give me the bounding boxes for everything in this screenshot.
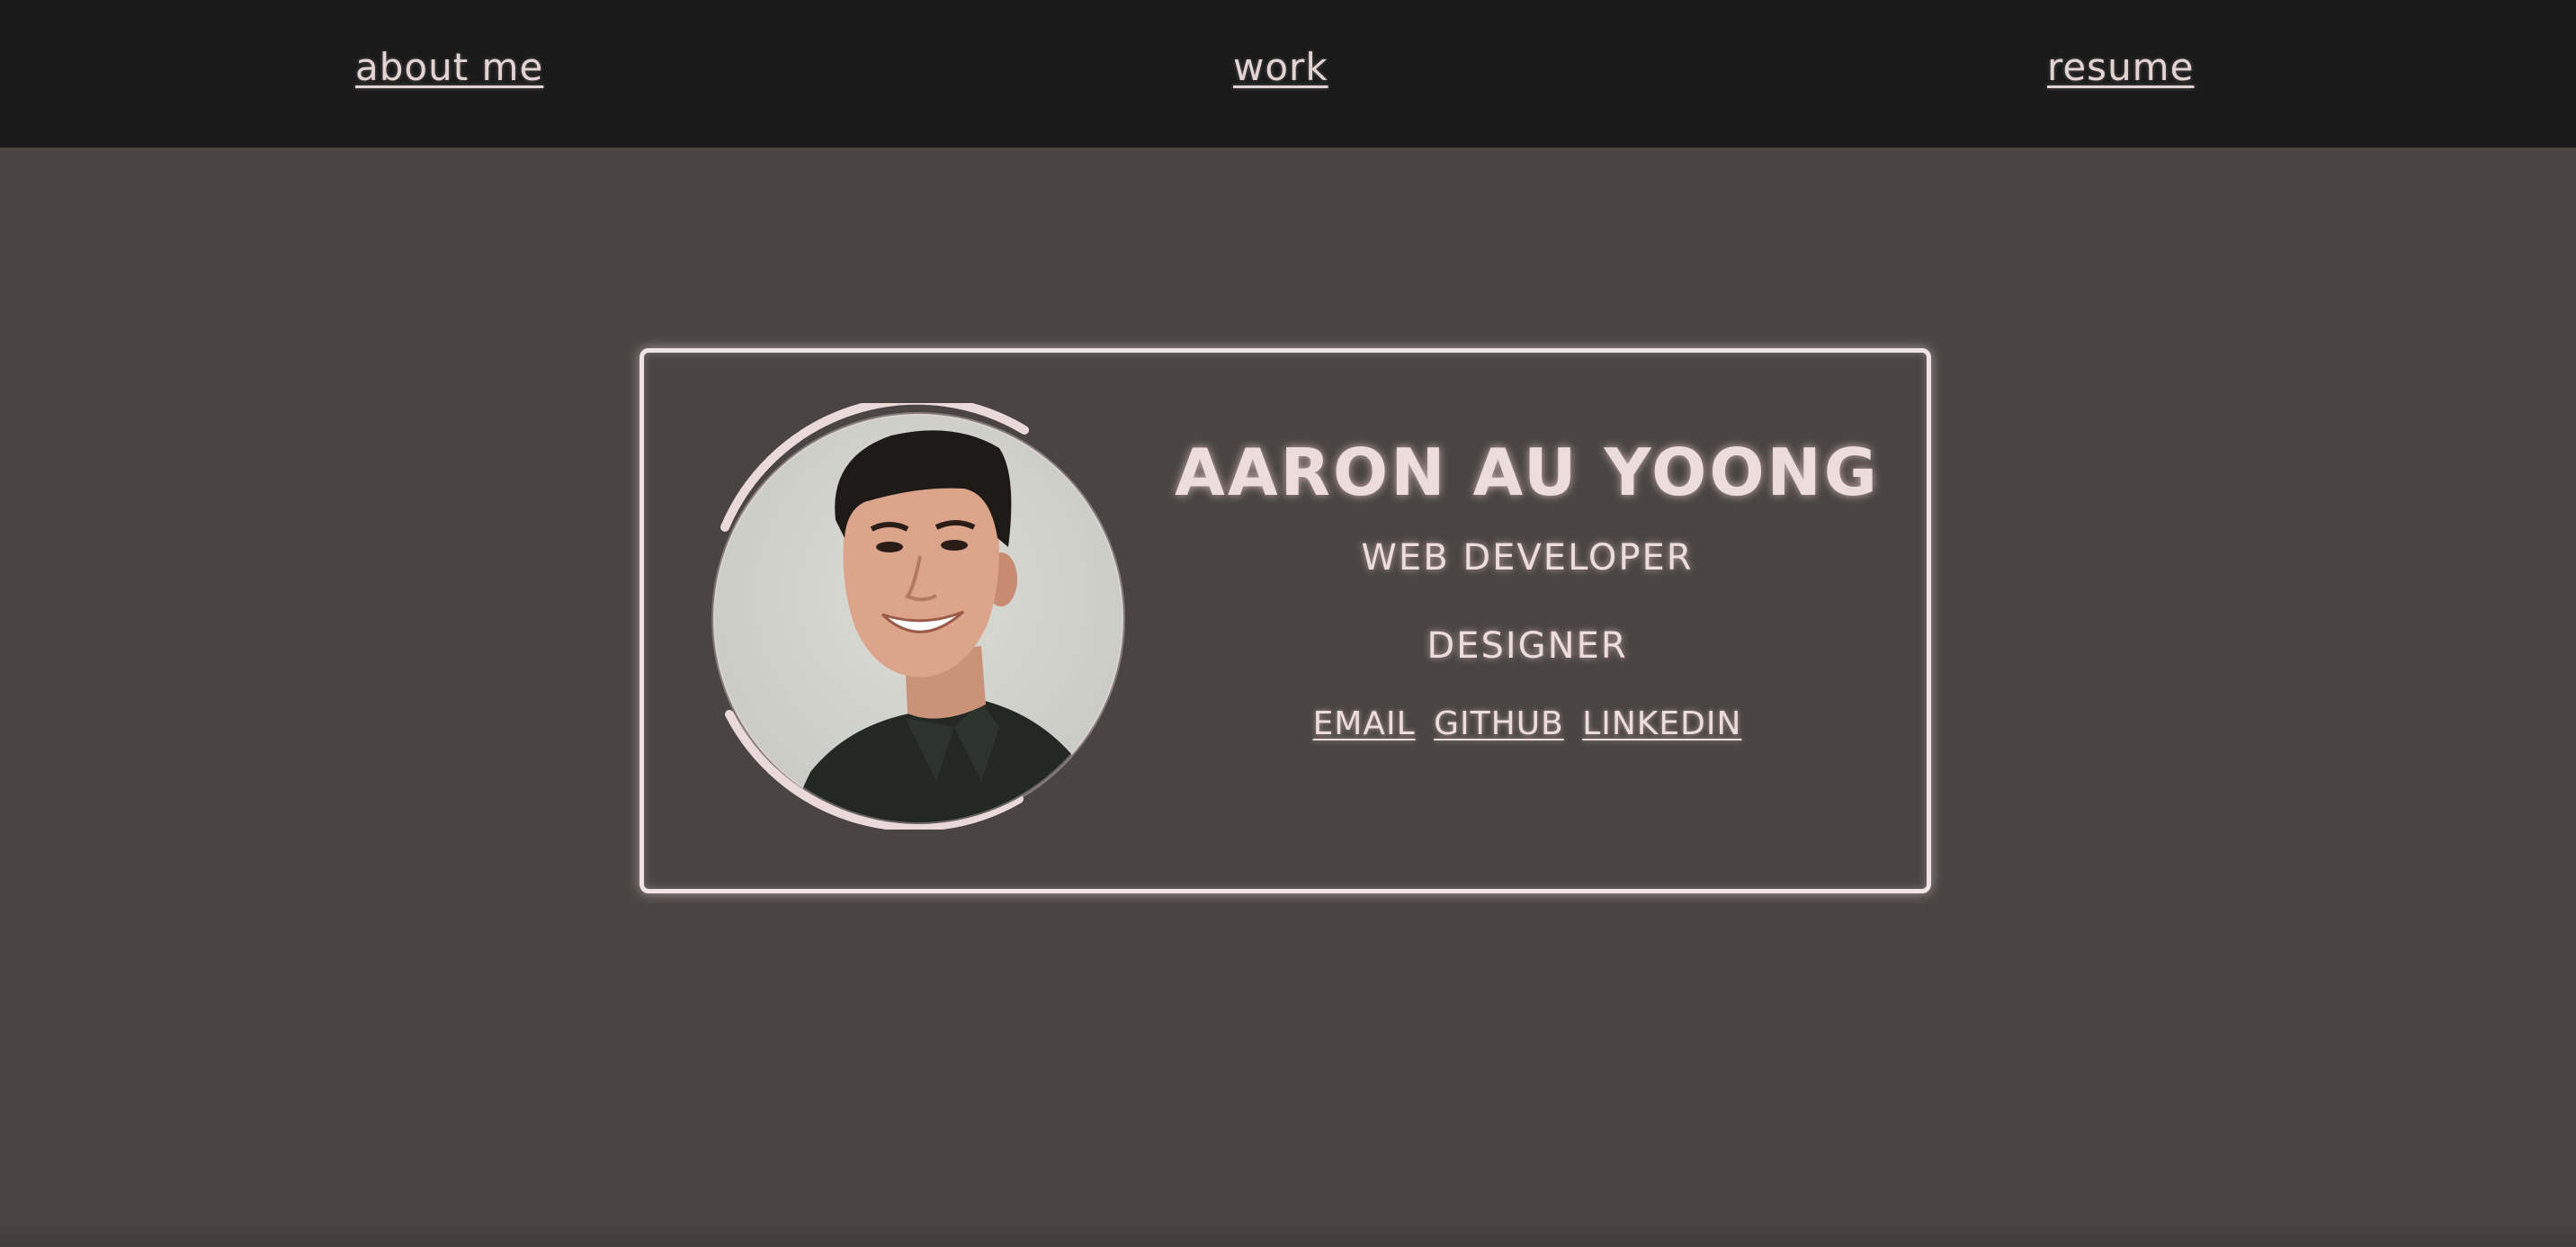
profile-info: AARON AU YOONG WEB DEVELOPER DESIGNER EM… <box>1167 421 1887 742</box>
nav-work-link[interactable]: work <box>1233 45 1328 89</box>
linkedin-link[interactable]: LINKEDIN <box>1582 705 1741 742</box>
role-designer: DESIGNER <box>1427 625 1628 668</box>
nav-about-me-link[interactable]: about me <box>355 45 543 89</box>
github-link[interactable]: GITHUB <box>1434 705 1564 742</box>
avatar-photo-illustration <box>711 403 1125 830</box>
nav-resume-link[interactable]: resume <box>2047 45 2194 89</box>
bottom-edge-shadow <box>0 1220 2576 1247</box>
top-navigation: about me work resume <box>0 0 2576 148</box>
profile-name: AARON AU YOONG <box>1175 435 1880 510</box>
role-web-developer: WEB DEVELOPER <box>1361 537 1694 579</box>
email-link[interactable]: EMAIL <box>1313 705 1416 742</box>
contact-links: EMAIL GITHUB LINKEDIN <box>1167 705 1887 742</box>
profile-avatar <box>711 403 1131 830</box>
